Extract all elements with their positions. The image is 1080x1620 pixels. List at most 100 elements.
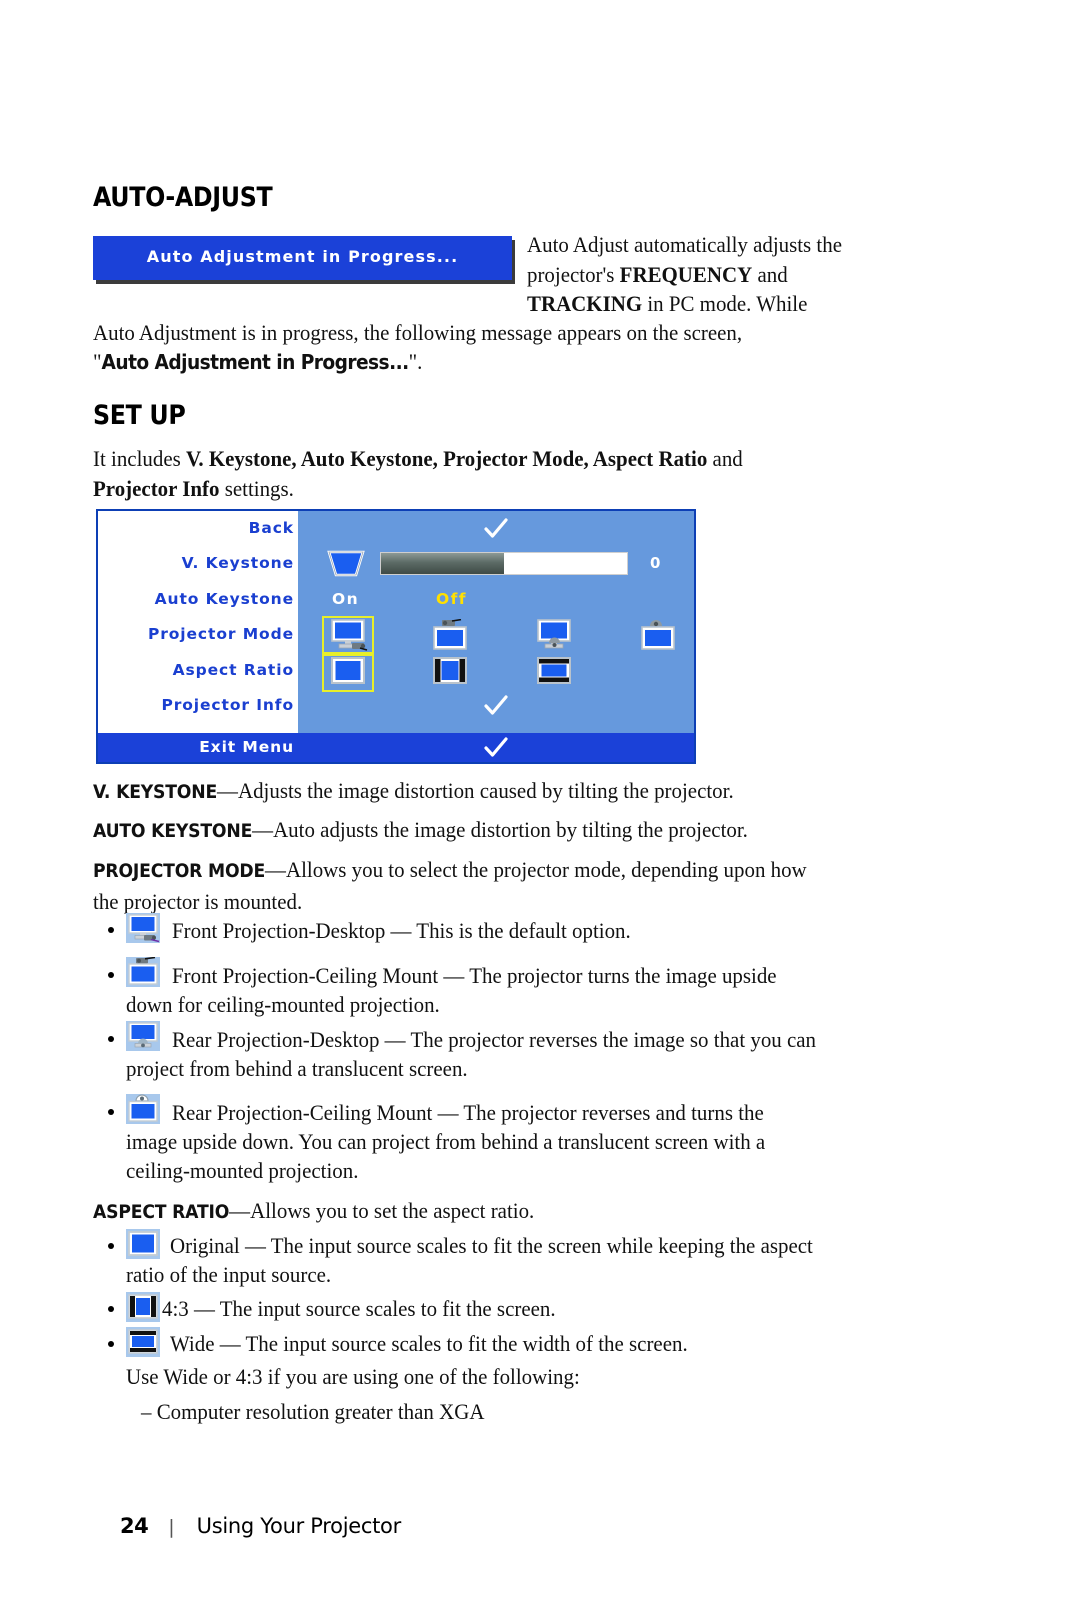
para-line-3-b: in PC mode. While <box>642 291 808 316</box>
osd-value-aspect-ratio[interactable] <box>298 651 694 692</box>
auto-adjust-paragraph-top: Auto Adjust automatically adjusts the pr… <box>527 230 918 319</box>
list-bullet <box>108 972 114 978</box>
manual-page: AUTO-ADJUST Auto Adjustment in Progress.… <box>0 0 1080 1620</box>
aspect-4-3-icon <box>433 656 467 684</box>
bullet-front-projection-ceiling: Front Projection-Ceiling Mount — The pro… <box>172 961 944 991</box>
definition-projector-mode-line2: the projector is mounted. <box>93 888 303 914</box>
auto-adjust-paragraph-cont: Auto Adjustment is in progress, the foll… <box>93 318 911 348</box>
osd-icon-aspect-original[interactable] <box>322 651 374 692</box>
aspect-wide-icon <box>537 656 571 684</box>
checkmark-icon <box>484 736 508 757</box>
front-projection-ceiling-icon <box>433 618 467 650</box>
note-text: Use Wide or 4:3 if you are using one of … <box>126 1364 580 1389</box>
bullet-aspect-wide: Wide — The input source scales to fit th… <box>170 1329 970 1359</box>
bullet-rear-projection-ceiling-cont1: image upside down. You can project from … <box>126 1127 926 1157</box>
selection-highlight-ring <box>322 616 374 657</box>
setup-term-projector-info: Projector Info <box>93 475 220 501</box>
rear-projection-ceiling-icon <box>126 1094 160 1124</box>
bullet-rear-projection-ceiling-cont2: ceiling-mounted projection. <box>126 1156 926 1186</box>
list-bullet <box>108 1243 114 1249</box>
osd-exit-menu-row[interactable]: Exit Menu <box>98 733 694 762</box>
osd-label-back: Back <box>248 519 294 537</box>
osd-value-v-keystone[interactable]: 0 <box>298 546 694 581</box>
osd-label-auto-keystone: Auto Keystone <box>154 589 294 608</box>
auto-adjust-paragraph-quote: "Auto Adjustment in Progress...". <box>93 347 911 378</box>
osd-icon-front-projection-desktop[interactable] <box>322 616 374 657</box>
bullet-front-projection-desktop: Front Projection-Desktop — This is the d… <box>172 916 944 946</box>
definition-v-keystone-text: —Adjusts the image distortion caused by … <box>217 778 734 803</box>
term-v-keystone: V. KEYSTONE <box>93 782 218 803</box>
bullet-aspect-original: Original — The input source scales to fi… <box>170 1231 970 1261</box>
list-bullet <box>108 1341 114 1347</box>
front-projection-ceiling-icon <box>126 956 160 987</box>
keystone-trapezoid-icon <box>327 551 365 577</box>
bullet-text: Front Projection-Ceiling Mount — The pro… <box>172 963 777 988</box>
bullet-text-cont: ceiling-mounted projection. <box>126 1158 359 1183</box>
definition-v-keystone: V. KEYSTONE—Adjusts the image distortion… <box>93 776 930 808</box>
bullet-rear-projection-desktop: Rear Projection-Desktop — The projector … <box>172 1025 972 1055</box>
bullet-text: Original — The input source scales to fi… <box>170 1233 813 1258</box>
front-projection-desktop-icon <box>126 913 160 943</box>
quote-open: " <box>93 349 102 374</box>
bullet-front-projection-ceiling-cont: down for ceiling-mounted projection. <box>126 990 926 1020</box>
bullet-text: Rear Projection-Desktop — The projector … <box>172 1027 817 1052</box>
osd-setup-menu[interactable]: Back V. Keystone 0 Auto Keystone On Off … <box>96 509 696 764</box>
list-bullet <box>108 1306 114 1312</box>
term-aspect-ratio: ASPECT RATIO <box>93 1202 230 1223</box>
v-keystone-slider[interactable] <box>380 552 628 576</box>
para-line-1: Auto Adjust automatically adjusts the <box>527 232 843 257</box>
osd-auto-adjustment-banner: Auto Adjustment in Progress... <box>93 236 512 280</box>
rear-projection-desktop-icon <box>126 1021 160 1051</box>
osd-row-v-keystone[interactable]: V. Keystone 0 <box>98 546 694 581</box>
osd-rows: Back V. Keystone 0 Auto Keystone On Off … <box>98 511 694 733</box>
osd-icon-rear-projection-ceiling[interactable] <box>636 619 680 651</box>
bullet-text-cont: down for ceiling-mounted projection. <box>126 992 440 1017</box>
osd-row-aspect-ratio[interactable]: Aspect Ratio <box>98 651 694 692</box>
bullet-text-cont: project from behind a translucent screen… <box>126 1056 468 1081</box>
bullet-rear-projection-ceiling: Rear Projection-Ceiling Mount — The proj… <box>172 1098 972 1128</box>
auto-keystone-option-on[interactable]: On <box>332 582 359 617</box>
osd-value-exit-menu[interactable] <box>298 733 694 762</box>
osd-icon-aspect-wide[interactable] <box>532 655 576 687</box>
term-projector-mode: PROJECTOR MODE <box>93 861 266 882</box>
osd-icon-front-projection-ceiling[interactable] <box>428 618 472 651</box>
osd-value-projector-info[interactable] <box>298 688 694 723</box>
bullet-text: Rear Projection-Ceiling Mount — The proj… <box>172 1100 764 1125</box>
setup-intro-c: and <box>707 446 743 471</box>
osd-row-back[interactable]: Back <box>98 511 694 546</box>
list-bullet <box>108 1109 114 1115</box>
osd-row-projector-info[interactable]: Projector Info <box>98 688 694 723</box>
osd-label-aspect-ratio: Aspect Ratio <box>172 660 294 679</box>
definition-aspect-ratio: ASPECT RATIO—Allows you to set the aspec… <box>93 1196 930 1228</box>
osd-label-projector-mode: Projector Mode <box>147 625 294 644</box>
bullet-text: Front Projection-Desktop — This is the d… <box>172 918 631 943</box>
aspect-ratio-sub-item: – Computer resolution greater than XGA <box>141 1397 941 1427</box>
v-keystone-slider-fill <box>381 553 504 575</box>
setup-intro-a: It includes <box>93 446 186 471</box>
bullet-text-cont: ratio of the input source. <box>126 1262 332 1287</box>
rear-projection-desktop-icon <box>537 619 571 649</box>
definition-auto-keystone: AUTO KEYSTONE—Auto adjusts the image dis… <box>93 815 930 847</box>
footer-separator: | <box>168 1516 175 1538</box>
osd-row-projector-mode[interactable]: Projector Mode <box>98 616 694 657</box>
para-line-2-a: projector's <box>527 261 620 287</box>
footer-title: Using Your Projector <box>196 1514 402 1538</box>
setup-intro-e: settings. <box>219 475 294 501</box>
term-frequency: FREQUENCY <box>619 261 753 287</box>
osd-label-exit-menu: Exit Menu <box>199 738 294 756</box>
para-line-2-c: and <box>752 261 788 287</box>
checkmark-icon <box>484 518 508 538</box>
osd-value-projector-mode[interactable] <box>298 616 694 657</box>
osd-icon-aspect-4-3[interactable] <box>428 655 472 687</box>
osd-value-auto-keystone[interactable]: On Off <box>298 582 694 617</box>
osd-value-back[interactable] <box>298 511 694 546</box>
setup-terms: V. Keystone, Auto Keystone, Projector Mo… <box>185 446 708 471</box>
list-bullet <box>108 927 114 933</box>
para-line-4: Auto Adjustment is in progress, the foll… <box>93 320 743 345</box>
definition-projector-mode-line1: —Allows you to select the projector mode… <box>265 857 807 882</box>
osd-icon-rear-projection-desktop[interactable] <box>532 619 576 651</box>
auto-keystone-option-off[interactable]: Off <box>436 582 467 617</box>
bullet-aspect-original-cont: ratio of the input source. <box>126 1260 926 1290</box>
selection-highlight-ring <box>322 651 374 692</box>
osd-row-auto-keystone[interactable]: Auto Keystone On Off <box>98 582 694 617</box>
